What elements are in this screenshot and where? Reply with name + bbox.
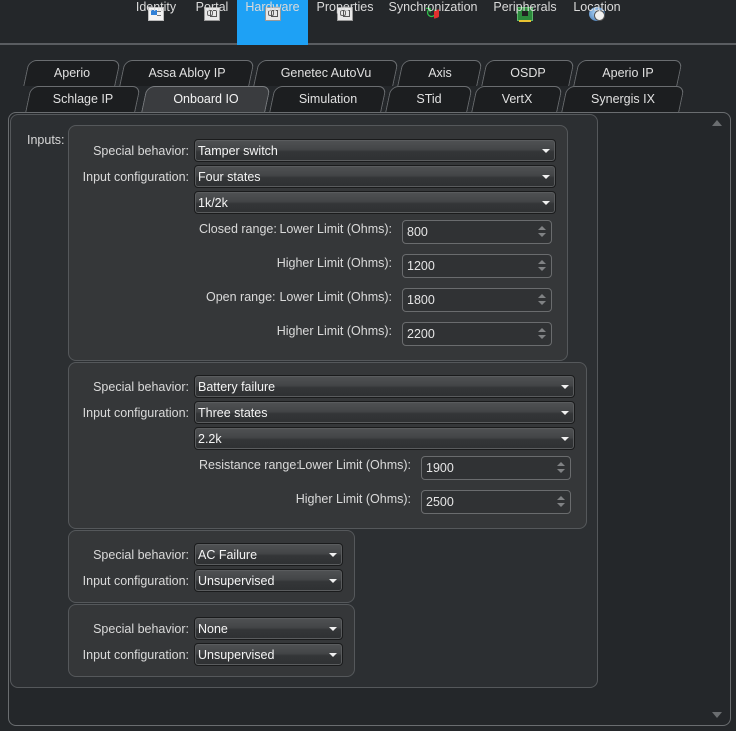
chevron-down-icon bbox=[561, 385, 569, 389]
spin-up-icon[interactable] bbox=[557, 462, 565, 466]
higher-limit-label: Higher Limit (Ohms): bbox=[276, 324, 392, 338]
spin-down-icon[interactable] bbox=[538, 233, 546, 237]
higher-limit-label: Higher Limit (Ohms): bbox=[295, 492, 411, 506]
tab-synchronization[interactable]: Synchronization bbox=[388, 0, 478, 45]
open-range-label: Open range: bbox=[206, 290, 276, 304]
tab-label: Peripherals bbox=[493, 0, 557, 14]
top-toolbar: Identity Portal Hardware Properties Sync… bbox=[0, 0, 736, 45]
tab-label: Identity bbox=[135, 0, 177, 14]
spin-down-icon[interactable] bbox=[557, 503, 565, 507]
chevron-down-icon bbox=[329, 553, 337, 557]
sub-tab-aperio[interactable]: Aperio bbox=[26, 60, 118, 86]
scroll-down-arrow-icon[interactable] bbox=[712, 712, 722, 718]
sub-tab-schlage-ip[interactable]: Schlage IP bbox=[28, 86, 138, 112]
special-behavior-label: Special behavior: bbox=[93, 622, 189, 636]
tab-peripherals[interactable]: Peripherals bbox=[493, 0, 557, 45]
closed-range-label: Closed range: bbox=[199, 222, 277, 236]
sub-tab-onboard-io[interactable]: Onboard IO bbox=[144, 86, 268, 112]
lower-limit-label: Lower Limit (Ohms): bbox=[279, 290, 392, 304]
resistance-lower-limit-input[interactable]: 1900 bbox=[421, 456, 571, 480]
special-behavior-dropdown[interactable]: Battery failure bbox=[194, 375, 575, 398]
chevron-down-icon bbox=[329, 627, 337, 631]
tab-label: Hardware bbox=[245, 0, 300, 14]
sub-tab-genetec-autovu[interactable]: Genetec AutoVu bbox=[256, 60, 396, 86]
closed-lower-limit-input[interactable]: 800 bbox=[402, 220, 552, 244]
tab-label: Location bbox=[573, 0, 621, 14]
input-configuration-dropdown[interactable]: Unsupervised bbox=[194, 643, 343, 666]
spin-down-icon[interactable] bbox=[557, 469, 565, 473]
special-behavior-dropdown[interactable]: AC Failure bbox=[194, 543, 343, 566]
input-configuration-dropdown[interactable]: Three states bbox=[194, 401, 575, 424]
chevron-down-icon bbox=[561, 437, 569, 441]
sub-tab-simulation[interactable]: Simulation bbox=[272, 86, 384, 112]
chevron-down-icon bbox=[542, 175, 550, 179]
sub-tab-stid[interactable]: STid bbox=[388, 86, 470, 112]
tab-properties[interactable]: Properties bbox=[314, 0, 376, 45]
input-group-4 bbox=[68, 604, 355, 677]
sub-tab-aperio-ip[interactable]: Aperio IP bbox=[576, 60, 680, 86]
spin-up-icon[interactable] bbox=[538, 260, 546, 264]
sub-tab-assa-abloy-ip[interactable]: Assa Abloy IP bbox=[122, 60, 252, 86]
chevron-down-icon bbox=[329, 653, 337, 657]
chevron-down-icon bbox=[561, 411, 569, 415]
tab-portal[interactable]: Portal bbox=[190, 0, 234, 45]
spin-up-icon[interactable] bbox=[538, 328, 546, 332]
spin-up-icon[interactable] bbox=[538, 226, 546, 230]
tab-label: Properties bbox=[316, 0, 374, 14]
chevron-down-icon bbox=[329, 579, 337, 583]
tab-label: Synchronization bbox=[388, 0, 478, 14]
spin-down-icon[interactable] bbox=[538, 267, 546, 271]
input-configuration-label: Input configuration: bbox=[82, 648, 189, 662]
spin-down-icon[interactable] bbox=[538, 301, 546, 305]
chevron-down-icon bbox=[542, 149, 550, 153]
tab-location[interactable]: Location bbox=[572, 0, 622, 45]
lower-limit-label: Lower Limit (Ohms): bbox=[298, 458, 411, 472]
lower-limit-label: Lower Limit (Ohms): bbox=[279, 222, 392, 236]
sub-tab-osdp[interactable]: OSDP bbox=[484, 60, 572, 86]
spin-up-icon[interactable] bbox=[557, 496, 565, 500]
sub-tab-vertx[interactable]: VertX bbox=[474, 86, 560, 112]
open-lower-limit-input[interactable]: 1800 bbox=[402, 288, 552, 312]
tab-label: Portal bbox=[195, 0, 229, 14]
inputs-label: Inputs: bbox=[27, 133, 65, 147]
sub-tab-row-2: Schlage IP Onboard IO Simulation STid Ve… bbox=[0, 86, 736, 112]
higher-limit-label: Higher Limit (Ohms): bbox=[276, 256, 392, 270]
resistor-dropdown[interactable]: 1k/2k bbox=[194, 191, 556, 214]
spin-down-icon[interactable] bbox=[538, 335, 546, 339]
open-higher-limit-input[interactable]: 2200 bbox=[402, 322, 552, 346]
input-group-3 bbox=[68, 530, 355, 603]
special-behavior-label: Special behavior: bbox=[93, 548, 189, 562]
scroll-up-arrow-icon[interactable] bbox=[712, 120, 722, 126]
sub-tab-axis[interactable]: Axis bbox=[400, 60, 480, 86]
resistance-range-label: Resistance range: bbox=[199, 458, 300, 472]
special-behavior-label: Special behavior: bbox=[93, 380, 189, 394]
spin-up-icon[interactable] bbox=[538, 294, 546, 298]
special-behavior-dropdown[interactable]: Tamper switch bbox=[194, 139, 556, 162]
special-behavior-label: Special behavior: bbox=[93, 144, 189, 158]
input-configuration-dropdown[interactable]: Unsupervised bbox=[194, 569, 343, 592]
tab-hardware[interactable]: Hardware bbox=[237, 0, 308, 45]
resistor-dropdown[interactable]: 2.2k bbox=[194, 427, 575, 450]
input-configuration-dropdown[interactable]: Four states bbox=[194, 165, 556, 188]
input-configuration-label: Input configuration: bbox=[82, 574, 189, 588]
input-configuration-label: Input configuration: bbox=[82, 170, 189, 184]
sub-tab-synergis-ix[interactable]: Synergis IX bbox=[564, 86, 682, 112]
chevron-down-icon bbox=[542, 201, 550, 205]
resistance-higher-limit-input[interactable]: 2500 bbox=[421, 490, 571, 514]
special-behavior-dropdown[interactable]: None bbox=[194, 617, 343, 640]
input-configuration-label: Input configuration: bbox=[82, 406, 189, 420]
closed-higher-limit-input[interactable]: 1200 bbox=[402, 254, 552, 278]
sub-tab-row-1: Aperio Assa Abloy IP Genetec AutoVu Axis… bbox=[0, 60, 736, 86]
tab-identity[interactable]: Identity bbox=[130, 0, 182, 45]
